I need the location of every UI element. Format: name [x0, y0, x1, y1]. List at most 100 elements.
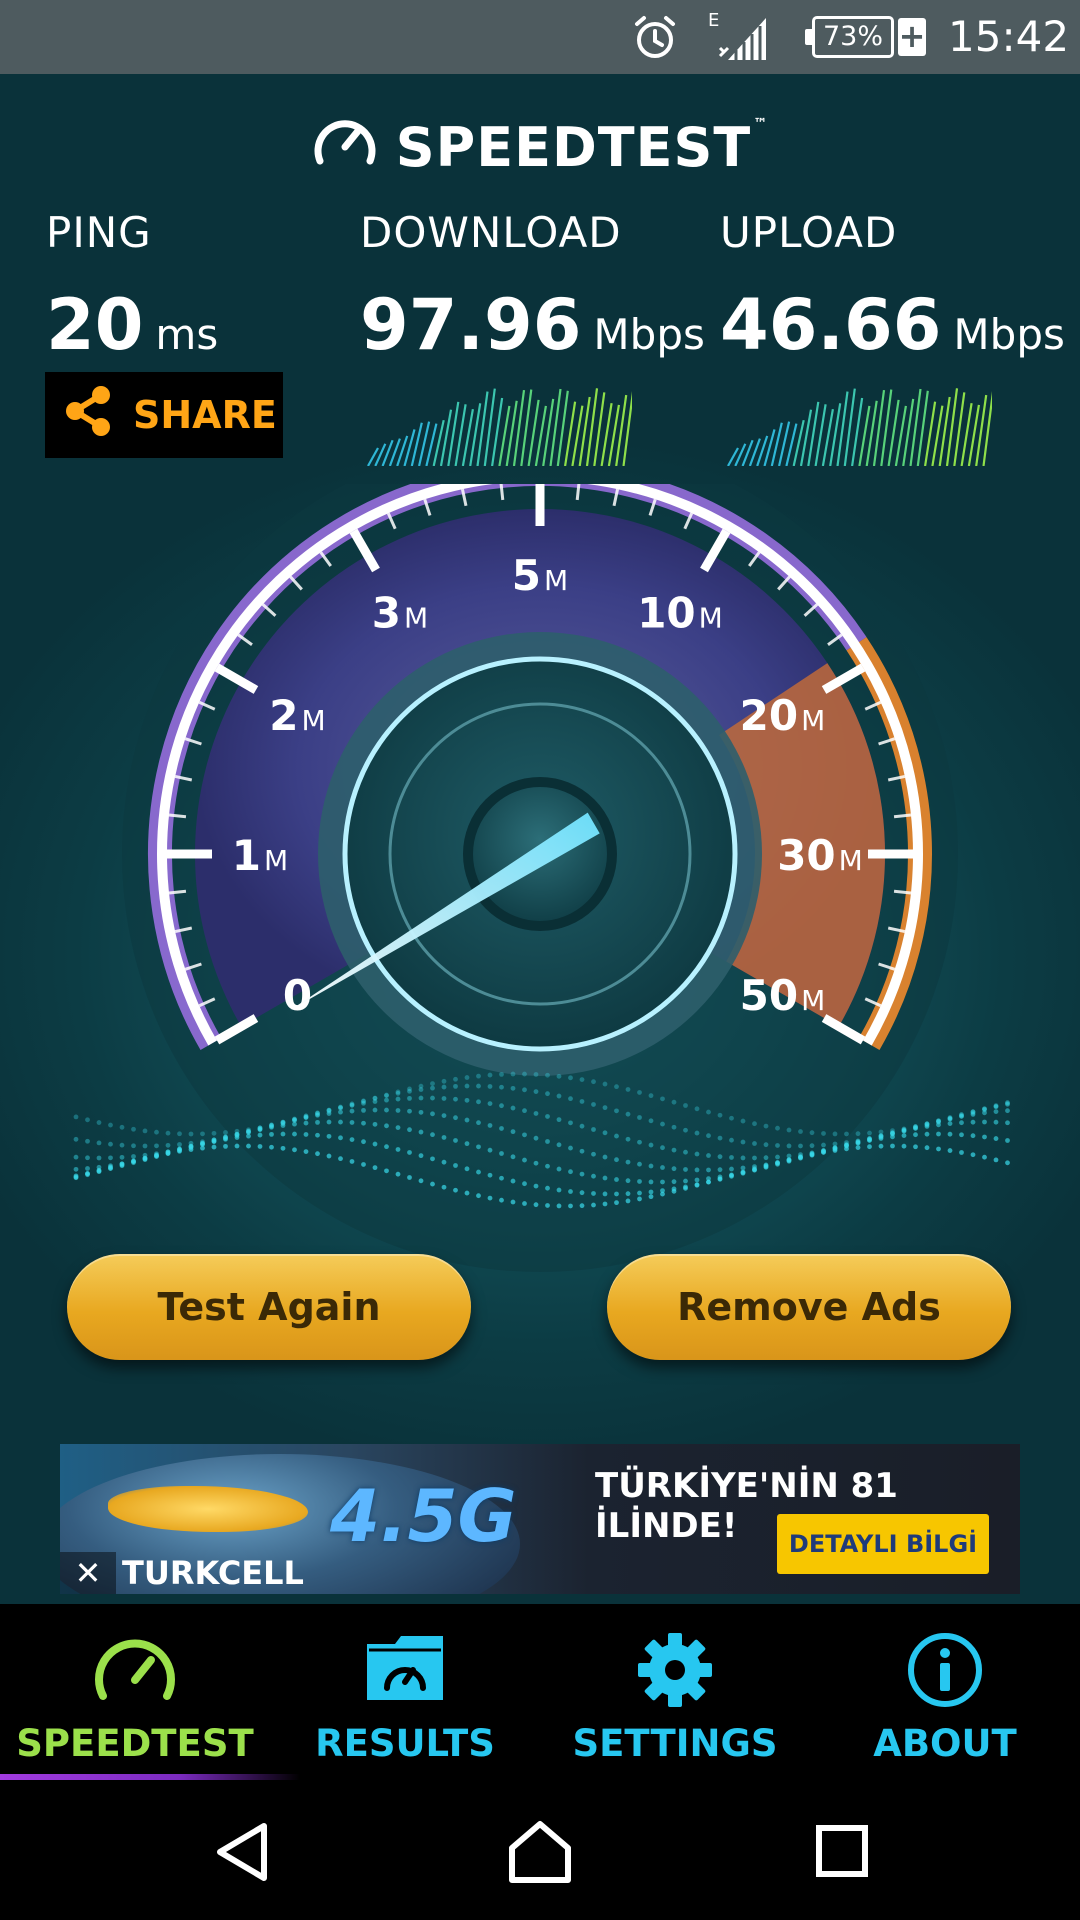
home-icon[interactable]	[506, 1820, 574, 1888]
wave-dot	[303, 1114, 309, 1120]
wave-dot	[729, 1115, 734, 1121]
wave-dot	[591, 1127, 596, 1132]
wave-dot	[545, 1091, 550, 1097]
remove-ads-button[interactable]: Remove Ads	[607, 1254, 1011, 1360]
wave-dot	[142, 1155, 148, 1161]
tab-about[interactable]: ABOUT	[810, 1604, 1080, 1780]
recents-icon[interactable]	[814, 1820, 870, 1884]
wave-dot	[890, 1143, 895, 1149]
wave-dot	[85, 1138, 90, 1144]
wave-dot	[522, 1201, 527, 1206]
gauge-minor-tick	[168, 813, 187, 819]
wave-dot	[660, 1121, 665, 1127]
wave-dot	[487, 1101, 493, 1106]
wave-dot	[395, 1147, 401, 1152]
wave-dot	[73, 1154, 79, 1160]
wave-dot	[280, 1145, 286, 1151]
wave-dot	[913, 1132, 918, 1138]
wave-dot	[591, 1191, 596, 1196]
ad-close-icon[interactable]: ✕	[60, 1552, 116, 1594]
screen: E 73% + 15:42 SPEEDTEST ™ PING DOWNLOAD U…	[0, 0, 1080, 1920]
gauge-minor-tick	[499, 484, 505, 501]
wave-dot	[970, 1119, 976, 1125]
wave-dot	[372, 1107, 378, 1113]
wave-dot	[614, 1084, 619, 1090]
wave-dot	[119, 1124, 125, 1130]
tab-label-about: ABOUT	[873, 1722, 1017, 1765]
wave-dot	[602, 1081, 608, 1087]
wave-dot	[200, 1145, 205, 1151]
wave-dot	[683, 1178, 688, 1184]
wave-dot	[165, 1142, 171, 1148]
wave-dot	[476, 1083, 481, 1089]
wave-dot	[706, 1153, 711, 1158]
wave-dot	[706, 1109, 711, 1115]
wave-dot	[269, 1131, 274, 1137]
ad-banner[interactable]: 4.5G TÜRKİYE'NİN 81 İLİNDE! DETAYLI BİLG…	[60, 1444, 1020, 1594]
wave-dot	[177, 1131, 182, 1137]
wave-dot	[579, 1190, 585, 1196]
wave-dot	[349, 1108, 355, 1114]
wave-dot	[464, 1097, 470, 1103]
tab-settings[interactable]: SETTINGS	[540, 1604, 810, 1780]
wave-dot	[372, 1141, 378, 1147]
wave-dot	[441, 1159, 447, 1165]
wave-dot	[349, 1102, 355, 1108]
wave-dot	[786, 1127, 792, 1133]
wave-dot	[533, 1072, 539, 1077]
download-label: DOWNLOAD	[360, 208, 622, 257]
back-icon[interactable]	[212, 1820, 272, 1888]
wave-dot	[556, 1203, 562, 1209]
share-icon	[63, 384, 113, 447]
ad-cta-button[interactable]: DETAYLI BİLGİ	[777, 1514, 989, 1574]
wave-dot	[441, 1184, 447, 1190]
tab-results[interactable]: RESULTS	[270, 1604, 540, 1780]
wave-dot	[993, 1109, 999, 1115]
wave-dot	[384, 1093, 389, 1099]
wave-dot	[234, 1143, 240, 1149]
wave-dot	[936, 1146, 941, 1152]
wave-dot	[706, 1167, 711, 1173]
wave-dot	[188, 1131, 194, 1137]
wave-dot	[602, 1191, 608, 1197]
wave-dot	[234, 1135, 240, 1140]
wave-dot	[154, 1153, 159, 1159]
wave-dot	[407, 1108, 412, 1114]
wave-dot	[361, 1107, 366, 1113]
wave-dot	[556, 1117, 562, 1123]
test-again-button[interactable]: Test Again	[67, 1254, 471, 1360]
wave-dot	[269, 1144, 274, 1150]
wave-dot	[982, 1110, 987, 1116]
ping-number: 20	[46, 284, 144, 366]
wave-dot	[303, 1132, 309, 1137]
wave-dot	[717, 1112, 723, 1118]
upload-value: 46.66 Mbps	[720, 284, 1065, 366]
wave-dot	[947, 1131, 953, 1137]
wave-dot	[855, 1140, 861, 1145]
wave-dot	[637, 1179, 642, 1184]
wave-dot	[476, 1144, 481, 1150]
wave-dot	[200, 1131, 205, 1137]
wave-dot	[660, 1191, 665, 1197]
wave-dot	[223, 1143, 228, 1149]
wave-dot	[464, 1083, 470, 1089]
wave-dot	[361, 1162, 366, 1167]
wave-dot	[936, 1122, 941, 1128]
signal-icon: E	[706, 8, 770, 68]
wave-dot	[464, 1166, 470, 1172]
wave-dot	[809, 1143, 815, 1149]
wave-dot	[499, 1175, 504, 1181]
wave-dot	[246, 1133, 251, 1139]
wave-dot	[418, 1095, 424, 1101]
wave-dot	[729, 1166, 734, 1172]
wave-dot	[292, 1121, 297, 1127]
wave-dot	[441, 1084, 447, 1090]
wave-dot	[453, 1115, 458, 1121]
share-button[interactable]: SHARE	[45, 372, 283, 458]
tab-speedtest[interactable]: SPEEDTEST	[0, 1604, 300, 1780]
wave-dot	[821, 1131, 826, 1136]
wave-dot	[614, 1108, 619, 1114]
wave-dot	[384, 1168, 389, 1174]
wave-dot	[545, 1139, 550, 1144]
upload-unit: Mbps	[953, 310, 1065, 359]
